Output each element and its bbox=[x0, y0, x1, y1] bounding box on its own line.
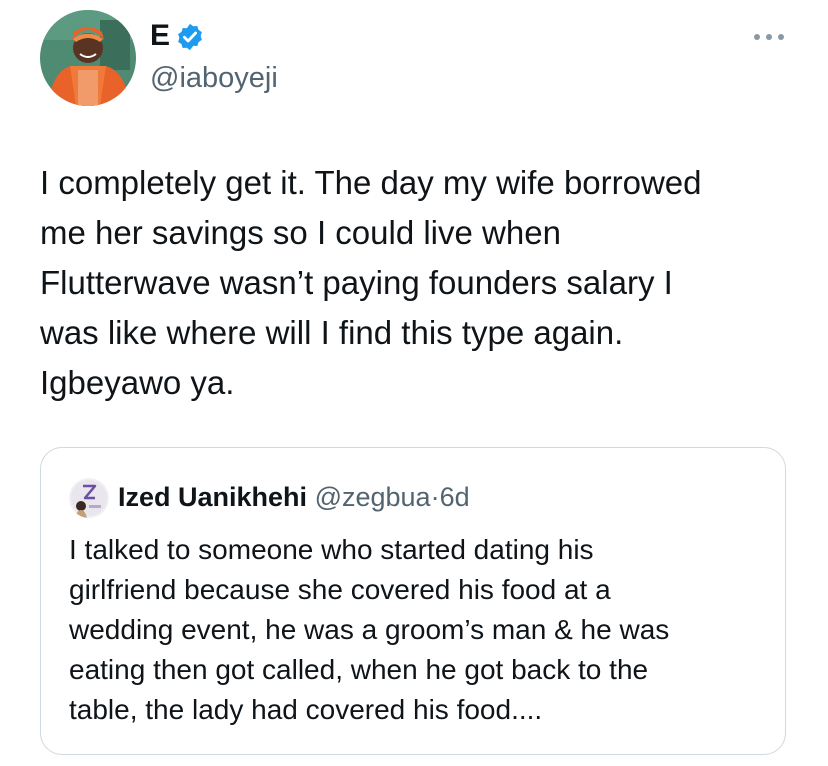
author-handle[interactable]: @iaboyeji bbox=[150, 60, 278, 96]
tweet-text-line: was like where will I find this type aga… bbox=[40, 314, 624, 351]
quote-text-line: girlfriend because she covered his food … bbox=[69, 574, 611, 605]
verified-badge-icon bbox=[175, 22, 205, 52]
tweet-text-line: Igbeyawo ya. bbox=[40, 364, 235, 401]
quote-text-line: I talked to someone who started dating h… bbox=[69, 534, 594, 565]
quote-text-line: table, the lady had covered his food.... bbox=[69, 694, 543, 725]
quote-author-name[interactable]: Ized Uanikhehi bbox=[118, 482, 307, 512]
quote-author-handle[interactable]: @zegbua bbox=[315, 482, 431, 512]
tweet-text-line: Flutterwave wasn’t paying founders salar… bbox=[40, 264, 673, 301]
quote-text-line: wedding event, he was a groom’s man & he… bbox=[69, 614, 670, 645]
quote-text-line: eating then got called, when he got back… bbox=[69, 654, 649, 685]
tweet-text-line: me her savings so I could live when bbox=[40, 214, 561, 251]
tweet-text: I completely get it. The day my wife bor… bbox=[40, 158, 800, 408]
author-avatar[interactable] bbox=[40, 10, 136, 106]
quote-timestamp[interactable]: 6d bbox=[440, 482, 470, 512]
quoted-tweet-card[interactable]: Ized Uanikhehi @zegbua·6d I talked to so… bbox=[40, 447, 786, 755]
quote-text: I talked to someone who started dating h… bbox=[69, 530, 769, 730]
more-options-icon[interactable] bbox=[752, 30, 786, 42]
quote-separator: · bbox=[430, 482, 440, 512]
quote-author-avatar[interactable] bbox=[69, 478, 109, 518]
tweet-text-line: I completely get it. The day my wife bor… bbox=[40, 164, 702, 201]
author-name[interactable]: E bbox=[150, 18, 171, 54]
quote-header: Ized Uanikhehi @zegbua·6d bbox=[118, 480, 470, 514]
